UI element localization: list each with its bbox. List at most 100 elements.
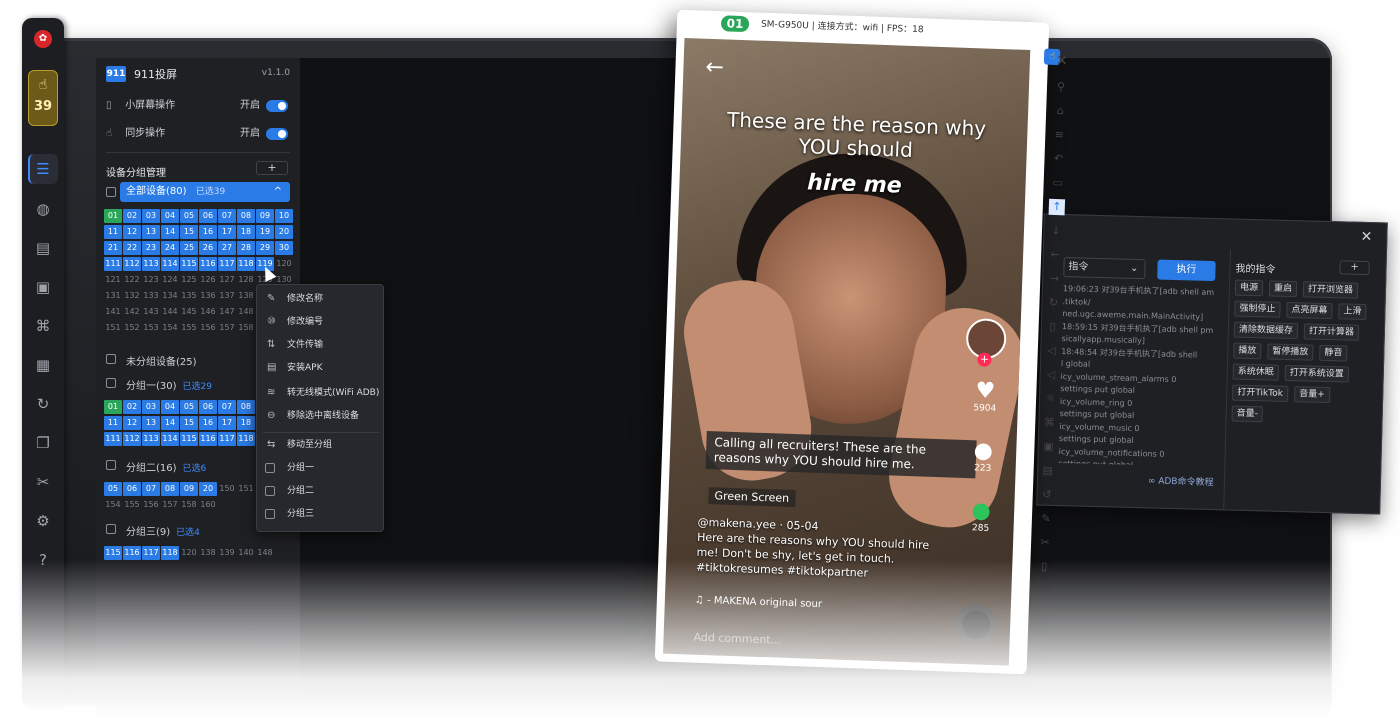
device-number[interactable]: 111 xyxy=(104,432,122,446)
device-number[interactable]: 04 xyxy=(161,209,179,223)
group2[interactable]: 分组二(16) 已选6 xyxy=(126,459,206,474)
screenshot-icon[interactable]: ▯ xyxy=(1036,559,1053,576)
device-number[interactable]: 135 xyxy=(180,289,198,303)
device-number[interactable]: 139 xyxy=(218,546,236,560)
chevron-up-icon[interactable]: ^ xyxy=(274,182,282,202)
command-chip[interactable]: 静音 xyxy=(1319,344,1348,362)
command-chip[interactable]: 上滑 xyxy=(1338,303,1367,321)
device-number[interactable]: 05 xyxy=(180,400,198,414)
device-number[interactable]: 113 xyxy=(142,432,160,446)
command-chip[interactable]: 电源 xyxy=(1234,279,1264,297)
device-number[interactable]: 12 xyxy=(123,225,141,239)
device-number[interactable]: 12 xyxy=(123,416,141,430)
device-number[interactable]: 122 xyxy=(123,273,141,287)
hk-flag-icon[interactable]: ✿ xyxy=(34,30,52,48)
group2-checkbox[interactable] xyxy=(106,460,116,470)
device-number[interactable]: 18 xyxy=(237,225,255,239)
device-number[interactable]: 160 xyxy=(199,498,217,512)
device-number[interactable]: 116 xyxy=(199,257,217,271)
device-number[interactable]: 04 xyxy=(161,400,179,414)
device-number[interactable]: 117 xyxy=(142,546,160,560)
device-number[interactable]: 154 xyxy=(161,321,179,335)
file-icon[interactable]: ▤ xyxy=(1039,463,1056,480)
device-number[interactable]: 09 xyxy=(256,209,274,223)
group1-checkbox[interactable] xyxy=(106,378,116,388)
device-number[interactable]: 138 xyxy=(199,546,217,560)
command-icon[interactable]: ⌘ xyxy=(33,316,53,336)
device-number[interactable]: 118 xyxy=(237,257,255,271)
menu-icon[interactable]: ≡ xyxy=(1051,127,1068,144)
device-number[interactable]: 126 xyxy=(199,273,217,287)
device-number[interactable]: 17 xyxy=(218,416,236,430)
device-number[interactable]: 154 xyxy=(104,498,122,512)
device-number[interactable]: 115 xyxy=(180,257,198,271)
command-chip[interactable]: 系统休眠 xyxy=(1232,363,1280,381)
device-number[interactable]: 156 xyxy=(199,321,217,335)
device-number[interactable]: 112 xyxy=(123,257,141,271)
copy-icon[interactable]: ❐ xyxy=(33,433,53,453)
arrow-up-icon[interactable]: ↑ xyxy=(1048,198,1066,216)
device-number[interactable]: 141 xyxy=(104,305,122,319)
device-number[interactable]: 08 xyxy=(237,400,255,414)
command-chip[interactable]: 打开浏览器 xyxy=(1302,281,1359,299)
device-number[interactable]: 16 xyxy=(199,416,217,430)
music-label[interactable]: ♫ - MAKENA original sour xyxy=(695,595,822,610)
command-chip[interactable]: 打开系统设置 xyxy=(1284,364,1349,383)
device-number[interactable]: 150 xyxy=(218,482,236,496)
command-select[interactable]: 指令 ⌄ xyxy=(1063,257,1146,280)
device-number[interactable]: 08 xyxy=(161,482,179,496)
device-number[interactable]: 14 xyxy=(161,416,179,430)
music-disc-icon[interactable] xyxy=(955,603,997,646)
device-number[interactable]: 06 xyxy=(199,209,217,223)
command-chip[interactable]: 强制停止 xyxy=(1234,300,1281,318)
checkbox[interactable] xyxy=(265,486,275,496)
device-number[interactable]: 26 xyxy=(199,241,217,255)
device-number[interactable]: 116 xyxy=(123,546,141,560)
device-number[interactable]: 121 xyxy=(104,273,122,287)
device-number[interactable]: 16 xyxy=(199,225,217,239)
menu-subgroup-3[interactable]: 分组三 xyxy=(257,504,385,524)
ungrouped-checkbox[interactable] xyxy=(106,354,116,364)
device-number[interactable]: 27 xyxy=(218,241,236,255)
device-number[interactable]: 156 xyxy=(142,498,160,512)
device-number[interactable]: 13 xyxy=(142,416,160,430)
device-number[interactable]: 113 xyxy=(142,257,160,271)
scissors-icon[interactable]: ✂ xyxy=(1037,535,1054,552)
add-group-button[interactable]: + xyxy=(256,161,288,175)
menu-install-apk[interactable]: ▤ 安装APK xyxy=(257,358,385,378)
device-number[interactable]: 131 xyxy=(104,289,122,303)
device-number[interactable]: 15 xyxy=(180,225,198,239)
device-number[interactable]: 146 xyxy=(199,305,217,319)
device-number[interactable]: 140 xyxy=(237,546,255,560)
device-count-badge[interactable]: ☝ 39 xyxy=(28,70,58,126)
device-number[interactable]: 11 xyxy=(104,416,122,430)
device-number[interactable]: 18 xyxy=(237,416,255,430)
command-chip[interactable]: 打开TikTok xyxy=(1232,384,1289,402)
all-devices-checkbox[interactable] xyxy=(106,187,116,197)
command-chip[interactable]: 暂停播放 xyxy=(1267,343,1314,361)
rotate-icon[interactable]: ↻ xyxy=(1045,295,1062,312)
sync-icon[interactable]: ↻ xyxy=(33,394,53,414)
device-number[interactable]: 117 xyxy=(218,257,236,271)
close-icon[interactable]: ✕ xyxy=(1360,229,1372,245)
command-chip[interactable]: 播放 xyxy=(1233,342,1262,360)
all-devices-group[interactable]: 全部设备(80) 已选39 ^ xyxy=(120,182,290,202)
device-number[interactable]: 06 xyxy=(199,400,217,414)
device-number[interactable]: 155 xyxy=(123,498,141,512)
adb-tutorial-link[interactable]: ∞ ADB命令教程 xyxy=(1148,473,1214,488)
device-number[interactable]: 136 xyxy=(199,289,217,303)
device-number[interactable]: 143 xyxy=(142,305,160,319)
device-number[interactable]: 24 xyxy=(161,241,179,255)
device-number[interactable]: 21 xyxy=(104,241,122,255)
image-icon[interactable]: ▣ xyxy=(1040,439,1057,456)
back-arrow-icon[interactable]: ← xyxy=(705,55,724,81)
device-number[interactable]: 145 xyxy=(180,305,198,319)
device-number[interactable]: 11 xyxy=(104,225,122,239)
device-number[interactable]: 13 xyxy=(142,225,160,239)
menu-rename[interactable]: ✎ 修改名称 xyxy=(257,289,385,309)
device-number[interactable]: 05 xyxy=(180,209,198,223)
menu-wifi-adb[interactable]: ≋ 转无线模式(WiFi ADB) xyxy=(257,383,385,403)
comment-input[interactable]: Add comment... xyxy=(693,631,781,647)
device-number[interactable]: 111 xyxy=(104,257,122,271)
share-button[interactable]: ● 285 xyxy=(957,498,1004,535)
